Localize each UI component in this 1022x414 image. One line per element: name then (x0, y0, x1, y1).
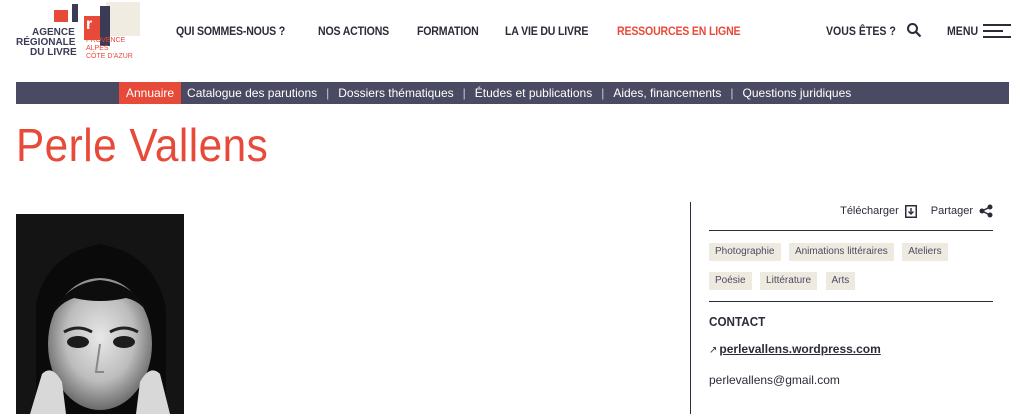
tag-animations-litteraires[interactable]: Animations littéraires (788, 243, 894, 261)
tag-ateliers[interactable]: Ateliers (902, 243, 948, 261)
profile-photo (16, 214, 184, 414)
contact-email: perlevallens@gmail.com (709, 373, 840, 387)
site-header: r AGENCE RÉGIONALE DU LIVRE PROVENCE ALP… (0, 0, 1022, 82)
share-icon[interactable] (979, 204, 993, 218)
logo-region-alpes: ALPES (86, 45, 109, 52)
logo-region-provence: PROVENCE (86, 37, 126, 44)
secondary-nav: Annuaire Catalogue des parutions | Dossi… (16, 82, 1009, 104)
nav-nos-actions[interactable]: NOS ACTIONS (318, 24, 389, 38)
menu-button-label[interactable]: MENU (947, 24, 978, 38)
download-icon[interactable] (904, 204, 917, 218)
sidebar-divider (690, 202, 691, 414)
search-icon[interactable] (906, 22, 922, 38)
subnav-separator: | (326, 86, 330, 100)
website-link[interactable]: ↗ perlevallens.wordpress.com (709, 342, 881, 356)
tag-photographie[interactable]: Photographie (709, 243, 781, 261)
logo-mark-red (54, 10, 68, 22)
subnav-separator: | (730, 86, 734, 100)
website-link-text[interactable]: perlevallens.wordpress.com (719, 342, 880, 356)
site-logo[interactable]: r AGENCE RÉGIONALE DU LIVRE PROVENCE ALP… (16, 2, 140, 66)
subnav-separator: | (462, 86, 466, 100)
nav-formation[interactable]: FORMATION (417, 24, 479, 38)
logo-region-cote-azur: CÔTE D'AZUR (86, 53, 133, 60)
subnav-annuaire[interactable]: Annuaire (119, 82, 182, 104)
portrait-image (16, 214, 184, 414)
subnav-questions-juridiques[interactable]: Questions juridiques (737, 82, 858, 104)
tag-list: Photographie Animations littéraires Atel… (709, 241, 999, 299)
subnav-etudes-et-publications[interactable]: Études et publications (469, 82, 598, 104)
nav-la-vie-du-livre[interactable]: LA VIE DU LIVRE (505, 24, 588, 38)
download-label[interactable]: Télécharger (840, 205, 899, 217)
nav-ressources-en-ligne[interactable]: RESSOURCES EN LIGNE (617, 24, 741, 38)
hamburger-icon[interactable] (983, 24, 1011, 38)
logo-letter: r (86, 16, 93, 33)
nav-qui-sommes-nous[interactable]: QUI SOMMES-NOUS ? (176, 24, 285, 38)
subnav-aides-financements[interactable]: Aides, financements (607, 82, 727, 104)
tag-poesie[interactable]: Poésie (709, 272, 752, 290)
sidebar-actions: Télécharger Partager (840, 204, 993, 218)
logo-text-du-livre: DU LIVRE (30, 47, 77, 58)
subnav-dossiers-thematiques[interactable]: Dossiers thématiques (332, 82, 459, 104)
contact-heading: CONTACT (709, 314, 766, 329)
page-title: Perle Vallens (16, 119, 269, 171)
tag-arts[interactable]: Arts (825, 272, 856, 290)
external-link-icon: ↗ (709, 345, 718, 356)
share-label[interactable]: Partager (931, 205, 973, 217)
logo-mark-beige (106, 2, 140, 36)
sidebar-rule-middle (709, 301, 993, 302)
subnav-catalogue-des-parutions[interactable]: Catalogue des parutions (181, 82, 323, 104)
vous-etes-button[interactable]: VOUS ÊTES ? (826, 24, 896, 38)
tag-litterature[interactable]: Littérature (760, 272, 818, 290)
main-nav: QUI SOMMES-NOUS ? NOS ACTIONS FORMATION … (176, 24, 775, 38)
sidebar-rule-top (709, 230, 993, 231)
subnav-separator: | (601, 86, 605, 100)
logo-mark-dark (72, 4, 78, 22)
